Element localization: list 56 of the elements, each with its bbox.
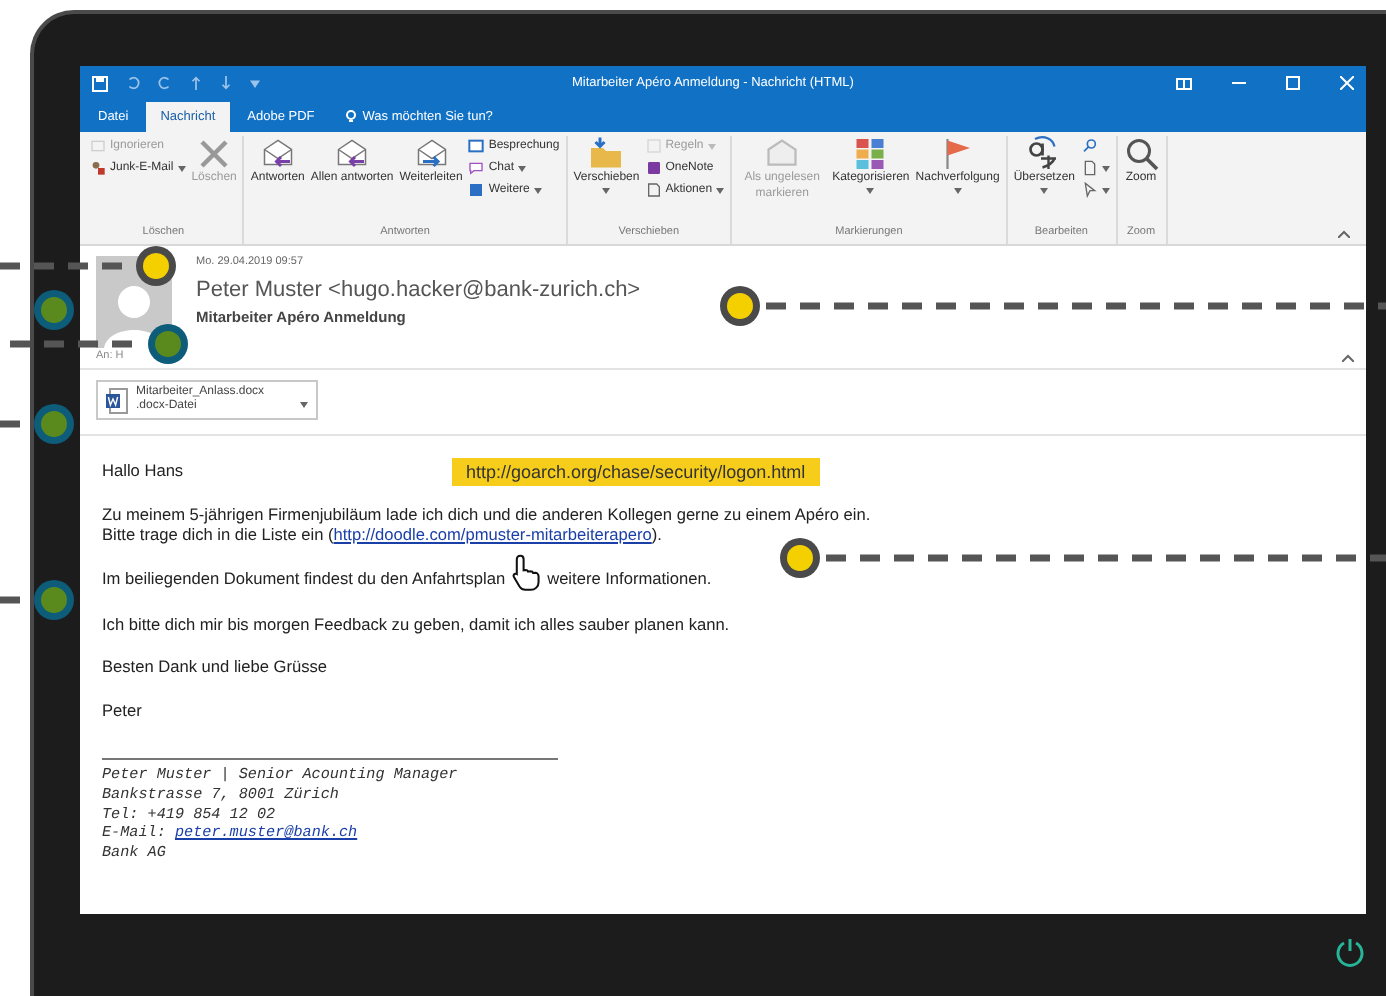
dropdown-caret-icon — [177, 165, 186, 171]
dropdown-caret-icon — [602, 187, 611, 193]
maximize-icon[interactable] — [1286, 76, 1300, 90]
ribbon-options-icon[interactable] — [1176, 77, 1192, 89]
body-link[interactable]: http://doodle.com/pmuster-mitarbeiterapero — [333, 524, 652, 544]
up-arrow-icon[interactable] — [190, 76, 202, 90]
save-icon[interactable] — [92, 75, 108, 91]
folder-icon — [588, 136, 625, 172]
dropdown-caret-icon — [533, 187, 542, 193]
link-tooltip: http://goarch.org/chase/security/logon.html — [452, 458, 820, 486]
power-icon[interactable] — [1334, 935, 1366, 967]
dropdown-caret-icon — [953, 187, 962, 193]
body-paragraph: Bitte trage dich in die Liste ein (http://doodle.com/pmuster-mitarbeiterapero). — [102, 524, 664, 545]
close-icon[interactable] — [1340, 76, 1354, 90]
search-icon — [1081, 138, 1097, 154]
delete-icon — [196, 136, 233, 172]
chat-icon — [468, 160, 485, 176]
body-paragraph: weitere Informationen. — [547, 567, 712, 588]
body-paragraph: Ich bitte dich mir bis morgen Feedback zu geben, damit ich alles sauber planen kann. — [102, 613, 730, 634]
color-grid-icon — [852, 136, 889, 172]
customize-icon[interactable] — [250, 78, 260, 88]
hand-cursor-icon — [509, 551, 544, 591]
actions-icon — [645, 182, 662, 198]
people-icon — [90, 160, 106, 176]
dropdown-caret-icon — [1101, 165, 1109, 171]
body-paragraph: Hallo Hans — [102, 460, 184, 481]
down-arrow-icon[interactable] — [220, 76, 232, 90]
ribbon-small-button[interactable] — [1081, 182, 1109, 198]
collapse-header-icon[interactable] — [1342, 354, 1354, 362]
lightbulb-icon — [346, 110, 357, 124]
document-icon — [1081, 160, 1097, 176]
redo-icon[interactable] — [158, 76, 172, 90]
ignore-icon — [90, 138, 106, 154]
minimize-icon[interactable] — [1232, 76, 1246, 90]
dropdown-caret-icon — [866, 187, 875, 193]
word-document-icon — [106, 387, 128, 413]
undo-icon[interactable] — [126, 76, 140, 90]
ribbon-small-button[interactable] — [1081, 160, 1109, 176]
dropdown-caret-icon — [300, 402, 309, 408]
dropdown-caret-icon — [707, 143, 716, 149]
dropdown-caret-icon — [1040, 187, 1049, 193]
collapse-ribbon-icon[interactable] — [1338, 230, 1350, 238]
rules-icon — [645, 138, 662, 154]
zoom-icon — [1123, 136, 1159, 172]
body-paragraph: Peter — [102, 699, 142, 720]
calendar-icon — [468, 138, 485, 154]
pointer-icon — [1081, 182, 1097, 198]
sender-text: Peter Muster <hugo.hacker@bank-zurich.ch> — [196, 278, 643, 302]
dropdown-caret-icon — [1101, 187, 1109, 193]
dropdown-caret-icon — [518, 165, 527, 171]
more-icon — [468, 182, 485, 198]
body-paragraph: Besten Dank und liebe Grüsse — [102, 656, 328, 677]
body-paragraph: Im beiliegenden Dokument findest du den Anfahrtsplan — [102, 567, 506, 588]
dropdown-caret-icon — [716, 187, 725, 193]
body-paragraph: Zu meinem 5-jährigen Firmenjubiläum lade ich dich und die anderen Kollegen gerne zu einem Apéro ein. — [102, 503, 871, 524]
notebook-icon — [645, 160, 662, 176]
